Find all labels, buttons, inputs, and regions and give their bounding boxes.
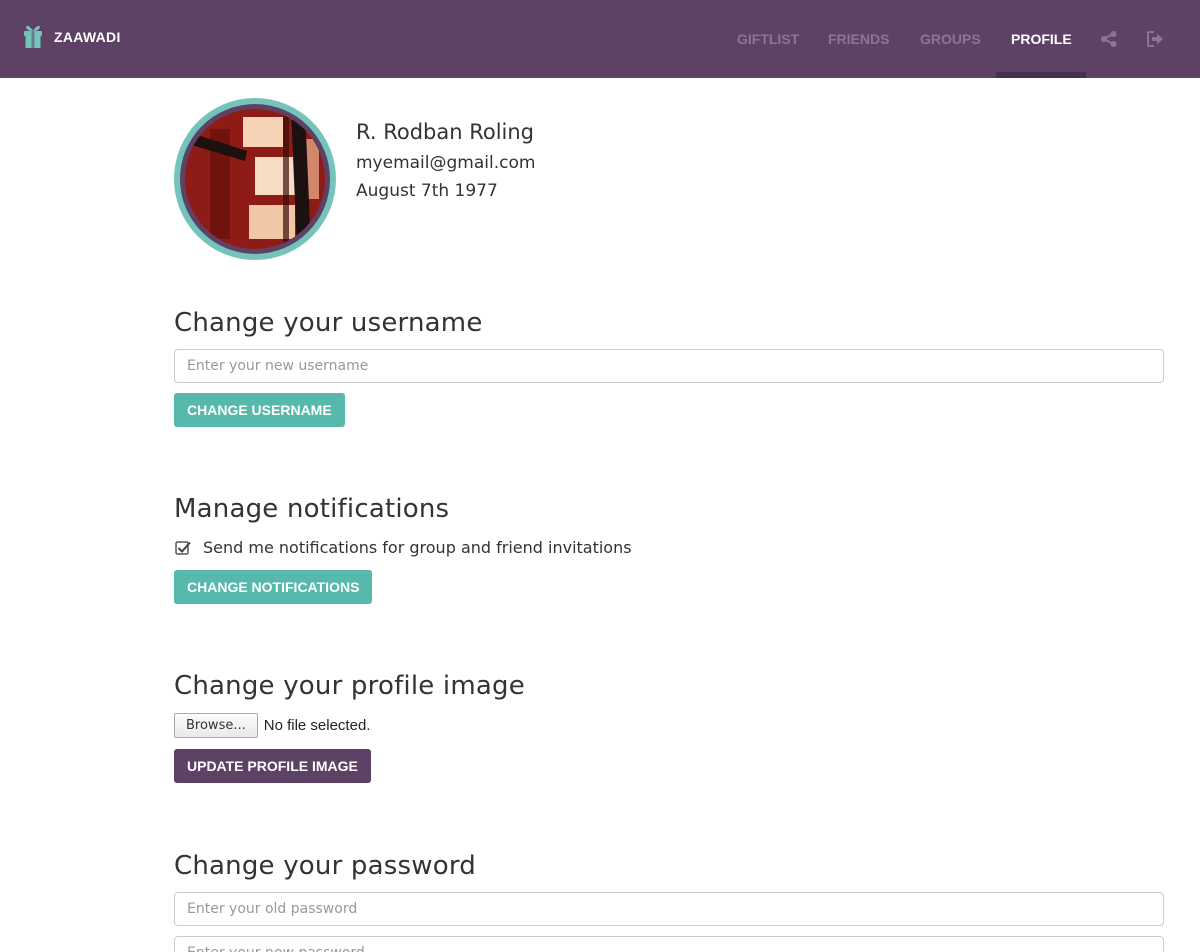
update-profile-image-button[interactable]: UPDATE PROFILE IMAGE (174, 749, 371, 783)
brand-name: ZAAWADI (54, 29, 121, 45)
notifications-option[interactable]: Send me notifications for group and frie… (175, 538, 632, 557)
username-section-title: Change your username (174, 308, 483, 338)
active-tab-indicator (996, 72, 1086, 78)
browse-button[interactable]: Browse... (174, 713, 258, 738)
change-username-button[interactable]: CHANGE USERNAME (174, 393, 345, 427)
profile-birthday: August 7th 1977 (356, 181, 498, 201)
gift-icon (24, 25, 42, 48)
avatar-photo (185, 109, 325, 249)
nav-giftlist[interactable]: GIFTLIST (737, 0, 799, 78)
profile-email: myemail@gmail.com (356, 153, 536, 173)
new-username-input[interactable] (174, 349, 1164, 383)
file-status: No file selected. (263, 717, 371, 734)
profile-image-section-title: Change your profile image (174, 671, 525, 701)
new-password-input[interactable] (174, 936, 1164, 952)
file-picker: Browse... No file selected. (174, 713, 370, 738)
profile-name: R. Rodban Roling (356, 120, 535, 144)
change-notifications-button[interactable]: CHANGE NOTIFICATIONS (174, 570, 373, 604)
nav-friends[interactable]: FRIENDS (828, 0, 889, 78)
old-password-input[interactable] (174, 892, 1164, 926)
notifications-checkbox-label: Send me notifications for group and frie… (203, 538, 632, 557)
brand-link[interactable]: ZAAWADI (22, 22, 121, 50)
top-navbar: ZAAWADI GIFTLIST FRIENDS GROUPS PROFILE (0, 0, 1200, 78)
nav-groups[interactable]: GROUPS (920, 0, 981, 78)
sign-out-icon[interactable] (1145, 29, 1165, 49)
password-section-title: Change your password (174, 851, 476, 881)
share-icon[interactable] (1099, 29, 1119, 49)
notifications-section-title: Manage notifications (174, 494, 450, 524)
profile-avatar (174, 98, 336, 260)
nav-profile[interactable]: PROFILE (1011, 0, 1072, 78)
notifications-checkbox[interactable] (175, 540, 191, 556)
